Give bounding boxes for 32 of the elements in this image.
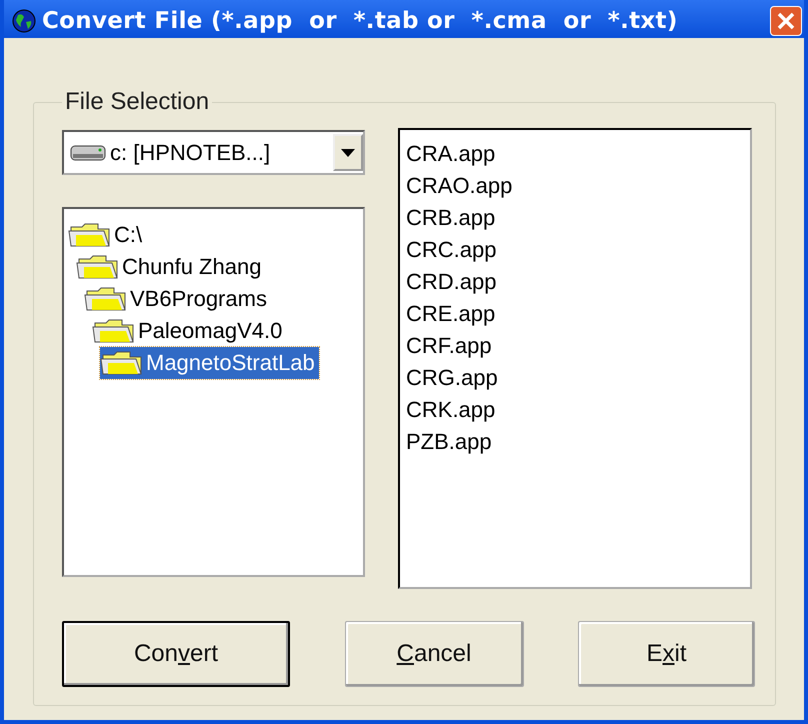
folder-item[interactable]: MagnetoStratLab (100, 347, 319, 379)
dialog-button[interactable]: Cancel (344, 621, 524, 687)
file-item[interactable]: CRK.app (406, 394, 744, 426)
close-icon (776, 11, 796, 31)
folder-item[interactable]: PaleomagV4.0 (92, 315, 286, 347)
drive-icon (70, 142, 106, 162)
folder-icon (76, 253, 120, 281)
dropdown-arrow-button[interactable] (333, 134, 363, 171)
file-item[interactable]: CRAO.app (406, 170, 744, 202)
folder-item[interactable]: VB6Programs (84, 283, 271, 315)
drive-dropdown[interactable]: c: [HPNOTEB...] (62, 130, 365, 175)
folder-item[interactable]: C:\ (68, 219, 146, 251)
globe-icon (12, 9, 36, 33)
folder-icon (92, 317, 136, 345)
file-item[interactable]: CRD.app (406, 266, 744, 298)
folder-icon (84, 285, 128, 313)
caret-icon (341, 148, 355, 156)
window-title: Convert File (*.app or *.tab or *.cma or *.txt) (42, 8, 679, 34)
file-item[interactable]: PZB.app (406, 426, 744, 458)
dialog-button[interactable]: Convert (62, 621, 290, 687)
file-item[interactable]: CRE.app (406, 298, 744, 330)
folder-icon (100, 349, 144, 377)
group-label: File Selection (64, 88, 210, 116)
dialog-button[interactable]: Exit (578, 621, 755, 687)
file-item[interactable]: CRA.app (406, 138, 744, 170)
folder-item[interactable]: Chunfu Zhang (76, 251, 266, 283)
folder-icon (68, 221, 112, 249)
file-item[interactable]: CRF.app (406, 330, 744, 362)
file-item[interactable]: CRB.app (406, 202, 744, 234)
file-item[interactable]: CRG.app (406, 362, 744, 394)
close-button[interactable] (770, 6, 802, 36)
file-item[interactable]: CRC.app (406, 234, 744, 266)
